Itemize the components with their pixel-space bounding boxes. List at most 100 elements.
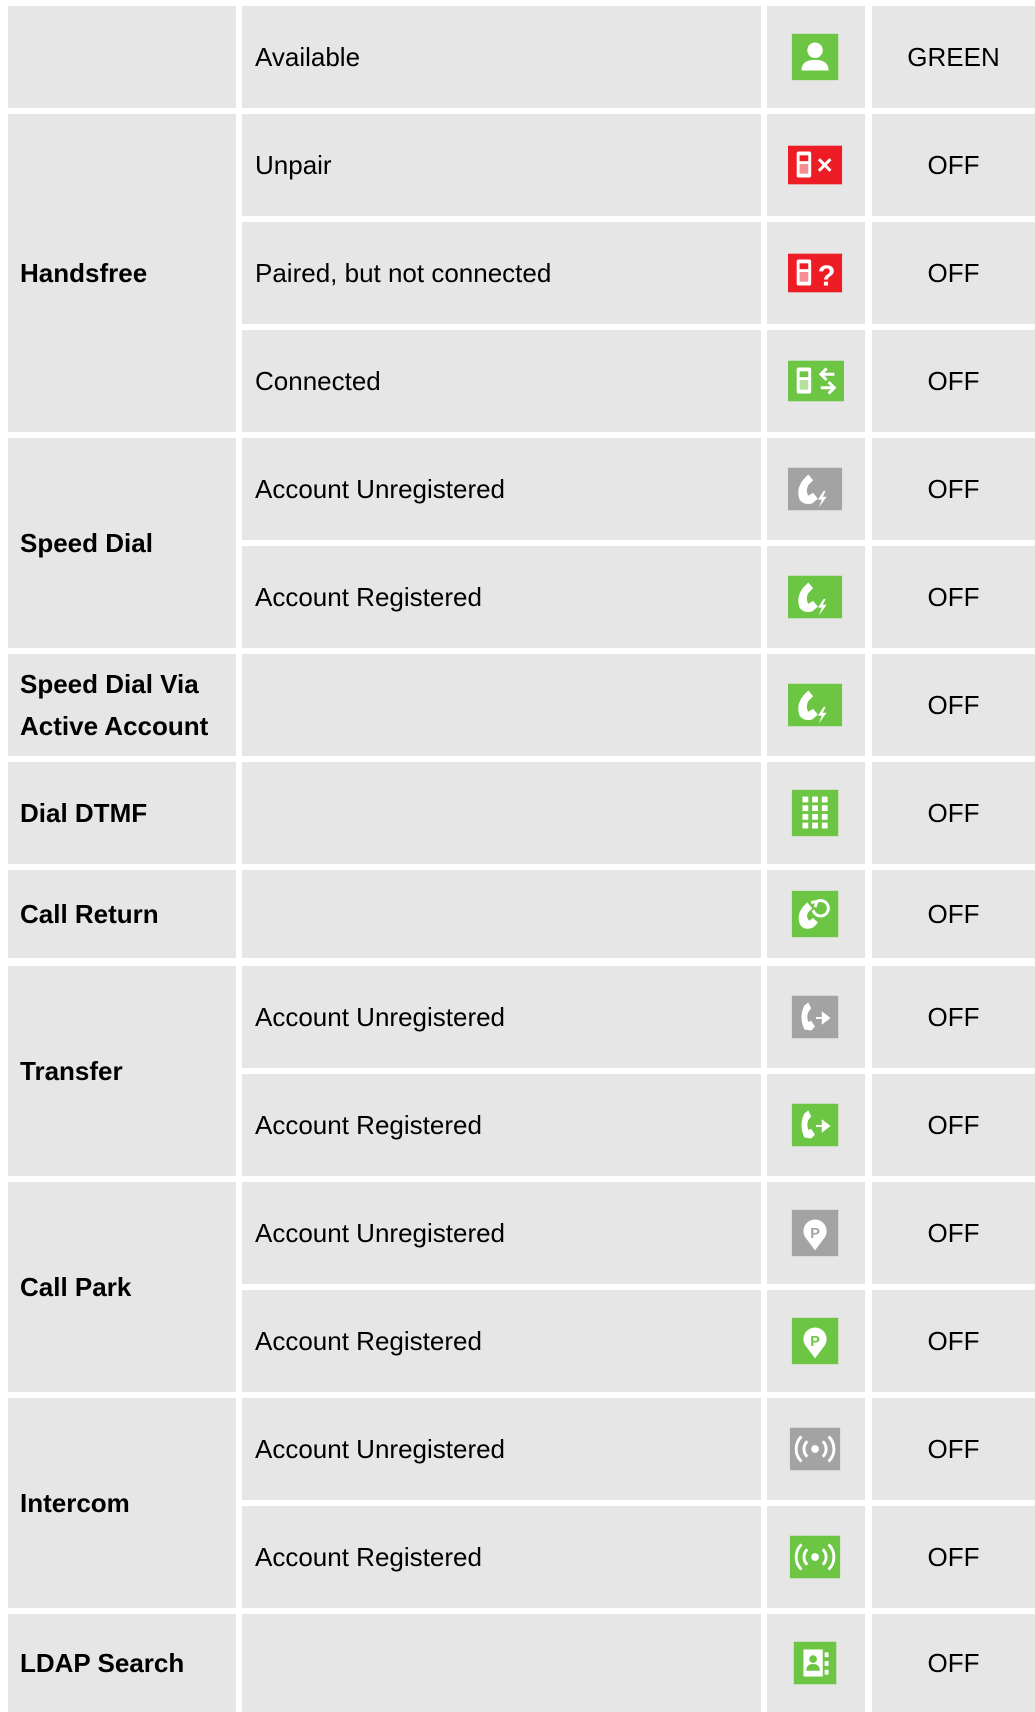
led-cell: OFF xyxy=(872,222,1035,324)
status-cell: Account Unregistered xyxy=(242,1398,761,1500)
led-cell: OFF xyxy=(872,1614,1035,1712)
status-text: Account Unregistered xyxy=(255,1217,506,1248)
led-state: OFF xyxy=(927,1325,980,1356)
led-icon-status-table: Handsfree Speed Dial Speed Dial Via Active… xyxy=(0,0,1035,1712)
icon-cell xyxy=(767,1074,865,1176)
feature-cell: Dial DTMF xyxy=(8,762,236,864)
led-state: OFF xyxy=(927,257,980,288)
status-cell xyxy=(242,654,761,756)
status-cell: Account Unregistered xyxy=(242,966,761,1068)
available-person-icon xyxy=(791,33,839,81)
led-cell: OFF xyxy=(872,546,1035,648)
feature-name: Call Return xyxy=(20,899,159,929)
status-text: Connected xyxy=(255,365,381,396)
led-state: OFF xyxy=(927,689,980,720)
status-cell xyxy=(242,1614,761,1712)
call-park-icon: P xyxy=(791,1317,839,1365)
feature-cell xyxy=(8,6,236,108)
status-cell xyxy=(242,870,761,958)
led-state: OFF xyxy=(927,1001,980,1032)
icon-cell xyxy=(767,546,865,648)
led-state: OFF xyxy=(927,581,980,612)
status-text: Paired, but not connected xyxy=(255,257,552,288)
led-state: OFF xyxy=(927,1541,980,1572)
status-text: Available xyxy=(255,41,361,72)
feature-name: Dial DTMF xyxy=(20,798,148,828)
led-state: OFF xyxy=(927,149,980,180)
speed-dial-icon xyxy=(788,683,843,727)
phone-connected-icon xyxy=(788,360,844,402)
status-text: Account Registered xyxy=(255,1109,482,1140)
status-text: Unpair xyxy=(255,149,332,180)
led-state: OFF xyxy=(927,898,980,929)
led-state: OFF xyxy=(927,1217,980,1248)
phone-unpair-icon xyxy=(788,145,843,185)
status-text: Account Unregistered xyxy=(255,473,506,504)
status-cell: Account Registered xyxy=(242,1074,761,1176)
led-cell: OFF xyxy=(872,1506,1035,1608)
phone-paired-question-icon: ? xyxy=(788,253,843,293)
feature-name: Intercom xyxy=(20,1488,130,1518)
speed-dial-icon xyxy=(788,575,843,619)
icon-cell xyxy=(767,762,865,864)
feature-cell: Intercom xyxy=(8,1398,236,1608)
transfer-icon xyxy=(791,1103,839,1147)
feature-cell: Speed Dial Via Active Account xyxy=(8,654,236,756)
feature-cell: Call Return xyxy=(8,870,236,958)
led-cell: OFF xyxy=(872,1182,1035,1284)
speed-dial-icon xyxy=(788,467,843,511)
led-cell: OFF xyxy=(872,966,1035,1068)
led-cell: GREEN xyxy=(872,6,1035,108)
led-state: OFF xyxy=(927,473,980,504)
feature-name: LDAP Search xyxy=(20,1648,185,1678)
icon-cell: ? xyxy=(767,222,865,324)
feature-cell: Speed Dial xyxy=(8,438,236,648)
led-cell: OFF xyxy=(872,762,1035,864)
led-cell: OFF xyxy=(872,114,1035,216)
status-cell: Account Registered xyxy=(242,1290,761,1392)
icon-cell: P xyxy=(767,1290,865,1392)
led-state: OFF xyxy=(927,1109,980,1140)
dtmf-keypad-icon xyxy=(791,789,839,837)
led-state: OFF xyxy=(927,365,980,396)
icon-cell xyxy=(767,1506,865,1608)
status-cell: Account Unregistered xyxy=(242,438,761,540)
icon-cell xyxy=(767,330,865,432)
status-cell: Account Registered xyxy=(242,1506,761,1608)
led-state: OFF xyxy=(927,797,980,828)
transfer-icon xyxy=(791,995,839,1039)
led-state: OFF xyxy=(927,1647,980,1678)
status-cell: Paired, but not connected xyxy=(242,222,761,324)
led-cell: OFF xyxy=(872,1398,1035,1500)
led-cell: OFF xyxy=(872,1074,1035,1176)
led-cell: OFF xyxy=(872,870,1035,958)
feature-cell: LDAP Search xyxy=(8,1614,236,1712)
status-cell xyxy=(242,762,761,864)
icon-cell xyxy=(767,1614,865,1712)
icon-cell xyxy=(767,1398,865,1500)
feature-cell: Transfer xyxy=(8,966,236,1176)
led-cell: OFF xyxy=(872,330,1035,432)
feature-name: Transfer xyxy=(20,1056,123,1086)
icon-cell xyxy=(767,438,865,540)
status-text: Account Registered xyxy=(255,581,482,612)
svg-text:P: P xyxy=(810,1226,820,1242)
status-text: Account Unregistered xyxy=(255,1433,506,1464)
status-text: Account Unregistered xyxy=(255,1001,506,1032)
led-state: OFF xyxy=(927,1433,980,1464)
status-cell: Account Unregistered xyxy=(242,1182,761,1284)
intercom-icon xyxy=(789,1427,841,1471)
svg-text:?: ? xyxy=(818,261,836,293)
feature-cell: Call Park xyxy=(8,1182,236,1392)
intercom-icon xyxy=(789,1535,841,1579)
ldap-contact-book-icon xyxy=(793,1641,837,1685)
status-cell: Connected xyxy=(242,330,761,432)
icon-cell xyxy=(767,654,865,756)
icon-cell xyxy=(767,6,865,108)
feature-name: Speed Dial Via Active Account xyxy=(20,669,209,741)
led-state: GREEN xyxy=(907,41,1000,72)
feature-name: Handsfree xyxy=(20,258,148,288)
icon-cell xyxy=(767,870,865,958)
feature-name: Speed Dial xyxy=(20,528,153,558)
status-cell: Available xyxy=(242,6,761,108)
